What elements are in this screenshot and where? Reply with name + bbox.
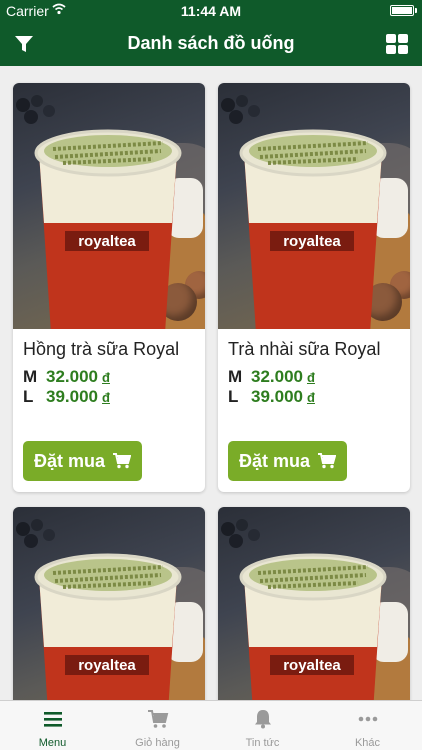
status-time: 11:44 AM bbox=[180, 3, 242, 19]
drink-cup: royaltea bbox=[239, 129, 387, 329]
bell-icon bbox=[255, 710, 271, 729]
product-card[interactable]: royaltea bbox=[13, 507, 205, 700]
tab-more[interactable]: Khác bbox=[315, 701, 420, 750]
drink-cup: royaltea bbox=[34, 553, 182, 700]
page-title: Danh sách đồ uống bbox=[127, 33, 295, 53]
cup-brand: royaltea bbox=[78, 233, 136, 250]
product-photo: royaltea bbox=[218, 507, 410, 700]
menu-icon bbox=[44, 712, 62, 727]
drink-cup: royaltea bbox=[34, 129, 182, 329]
product-name: Trà nhài sữa Royal bbox=[228, 339, 381, 359]
tab-news[interactable]: Tin tức bbox=[210, 701, 315, 750]
order-button[interactable]: Đặt mua bbox=[23, 441, 142, 481]
order-button[interactable]: Đặt mua bbox=[228, 441, 347, 481]
tab-menu[interactable]: Menu bbox=[0, 701, 105, 750]
product-card[interactable]: royaltea Trà nhài sữa Royal M 32.000 đ L 39… bbox=[218, 83, 410, 492]
status-bar: Carrier 11:44 AM bbox=[0, 0, 422, 22]
product-name: Hồng trà sữa Royal bbox=[23, 339, 180, 359]
more-icon bbox=[358, 716, 378, 722]
cart-icon bbox=[148, 710, 169, 728]
cup-brand: royaltea bbox=[283, 233, 341, 250]
cart-icon bbox=[113, 453, 131, 469]
product-photo: royaltea bbox=[13, 83, 205, 329]
price-row-l: L 39.000 đ bbox=[23, 387, 110, 406]
price-row-l: L 39.000 đ bbox=[228, 387, 315, 406]
product-photo: royaltea bbox=[13, 507, 205, 700]
battery-icon bbox=[390, 5, 414, 16]
product-list[interactable]: royaltea Hồng trà sữa Royal M 32.000 đ L 39… bbox=[0, 66, 422, 700]
cup-brand: royaltea bbox=[78, 657, 136, 674]
grid-view-icon[interactable] bbox=[386, 34, 408, 54]
tab-bar: Menu Giỏ hàng Tin tức Khác bbox=[0, 700, 422, 750]
drink-cup: royaltea bbox=[239, 553, 387, 700]
cart-icon bbox=[318, 453, 336, 469]
price-row-m: M 32.000 đ bbox=[228, 367, 315, 386]
tab-cart[interactable]: Giỏ hàng bbox=[105, 701, 210, 750]
price-row-m: M 32.000 đ bbox=[23, 367, 110, 386]
cup-brand: royaltea bbox=[283, 657, 341, 674]
product-card[interactable]: royaltea Hồng trà sữa Royal M 32.000 đ L 39… bbox=[13, 83, 205, 492]
product-photo: royaltea bbox=[218, 83, 410, 329]
nav-bar: Danh sách đồ uống bbox=[0, 22, 422, 66]
product-card[interactable]: royaltea bbox=[218, 507, 410, 700]
